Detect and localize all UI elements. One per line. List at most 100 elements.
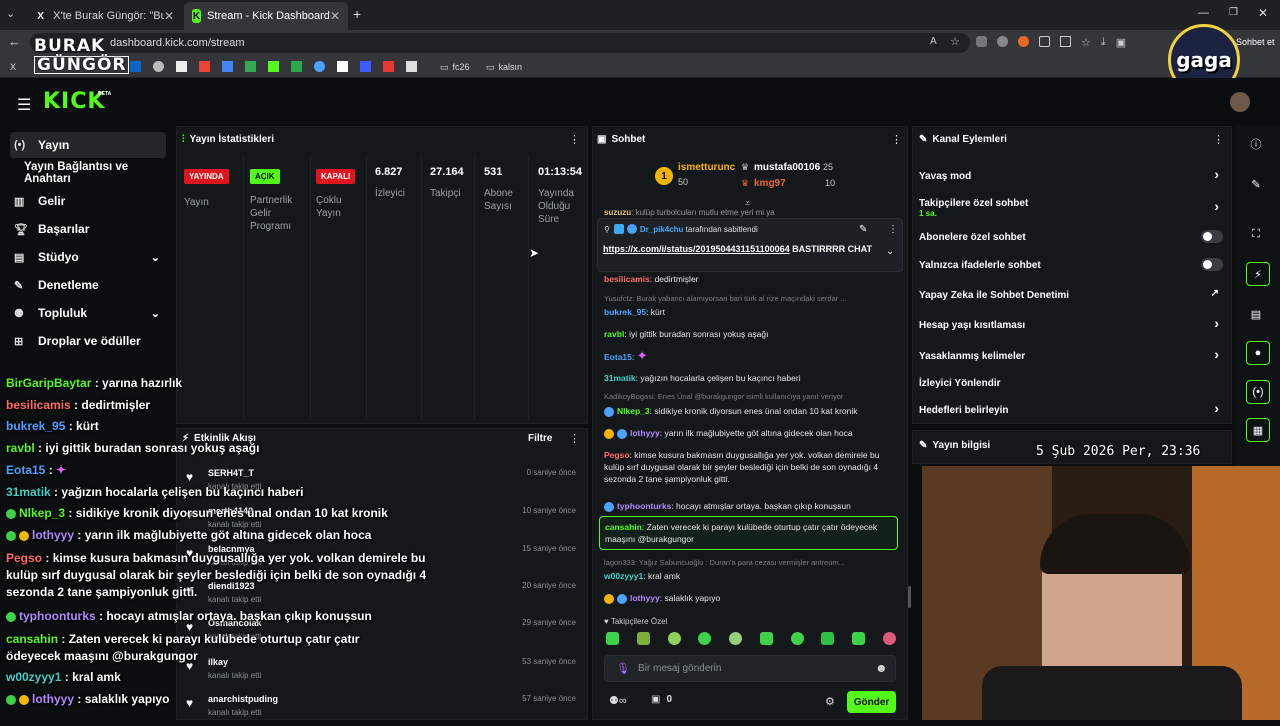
chat-username[interactable]: bukrek_95 [604, 307, 646, 317]
favorites-icon[interactable]: ☆ [1081, 36, 1091, 50]
kick-icon[interactable] [268, 61, 279, 72]
dashboard-icon[interactable]: ▦ [1246, 418, 1270, 442]
channel-action-row[interactable]: Yasaklanmış kelimeler › [919, 344, 1225, 368]
gift-counter[interactable]: ▣ 0 [651, 694, 672, 705]
channel-action-row[interactable]: Takipçilere özel sohbet 1 sa. › [919, 196, 1225, 220]
bookmark-icon[interactable] [291, 61, 302, 72]
read-aloud-icon[interactable]: A [930, 36, 937, 47]
emote-icon[interactable] [852, 632, 866, 645]
favorite-star-icon[interactable]: ☆ [950, 35, 960, 48]
emote-icon[interactable] [636, 632, 650, 645]
chat-username[interactable]: 31matik [604, 373, 636, 383]
close-tab-icon[interactable]: ✕ [164, 9, 174, 23]
emoji-icon[interactable]: ☻ [875, 661, 888, 675]
bookmark-icon[interactable] [337, 61, 348, 72]
docs-icon[interactable] [222, 61, 233, 72]
bookmark-folder-kalsin[interactable]: ▭ kalsın [486, 59, 522, 75]
channel-action-row[interactable]: Yapay Zeka ile Sohbet Denetimi ↗ [919, 283, 1225, 307]
channel-action-row[interactable]: Yalnızca ifadelerle sohbet [919, 253, 1225, 277]
notes-icon[interactable]: ▤ [1246, 304, 1266, 324]
chat-username[interactable]: lothyyy [630, 428, 660, 438]
chat-username[interactable]: ravbl [604, 329, 624, 339]
channel-action-row[interactable]: Hedefleri belirleyin › [919, 398, 1225, 422]
split-screen-icon[interactable] [1060, 36, 1071, 47]
sidebar-item-yayin[interactable]: (•) Yayın [10, 132, 166, 158]
chat-scrollbar[interactable] [908, 586, 911, 608]
tab-list-icon[interactable]: ⌄ [6, 7, 15, 20]
extension-icon[interactable] [976, 36, 987, 47]
bookmark-icon[interactable] [314, 61, 325, 72]
more-options-icon[interactable]: ⋮ [569, 432, 580, 445]
emote-icon[interactable] [606, 632, 619, 645]
sidebar-item-droplar[interactable]: ⊞ Droplar ve ödüller [10, 328, 166, 354]
back-icon[interactable]: ← [8, 34, 21, 49]
pinned-link[interactable]: https://x.com/i/status/20195044311511000… [603, 244, 790, 254]
bookmark-icon[interactable] [153, 61, 164, 72]
chat-username[interactable]: Nlkep_3 [617, 406, 650, 416]
channel-action-row[interactable]: Hesap yaşı kısıtlaması › [919, 313, 1225, 337]
pinned-by-user[interactable]: Dr_pik4chu [640, 225, 684, 234]
more-options-icon[interactable]: ⋮ [891, 133, 902, 146]
channel-action-row[interactable]: İzleyici Yönlendir [919, 371, 1225, 395]
extension-icon[interactable] [997, 36, 1008, 47]
microphone-icon[interactable]: 🎙︎ [616, 662, 630, 675]
sidebar-item-gelir[interactable]: ▥ Gelir [10, 188, 166, 214]
filter-button[interactable]: Filtre [528, 433, 552, 444]
chat-username[interactable]: besilicamis [604, 274, 650, 284]
gear-icon[interactable]: ⚙ [825, 695, 835, 708]
edit-icon[interactable]: ✎ [1246, 174, 1266, 194]
extension-icon[interactable] [1039, 36, 1050, 47]
emote-icon[interactable] [729, 632, 743, 645]
chat-button[interactable]: Sohbet et [1236, 37, 1275, 47]
emote-icon[interactable] [759, 632, 773, 645]
viewers-infinity-icon[interactable]: ⚉∞ [609, 694, 627, 707]
activity-username[interactable]: SERH4T_T [208, 468, 254, 478]
emote-icon[interactable] [698, 632, 712, 645]
bookmark-icon[interactable] [383, 61, 394, 72]
kick-logo[interactable]: KICK [43, 89, 105, 114]
chevron-down-icon[interactable]: ⌄ [886, 246, 894, 257]
new-tab-icon[interactable]: + [353, 6, 361, 22]
kick-bookmark-icon[interactable] [176, 61, 187, 72]
linkedin-icon[interactable] [130, 61, 141, 72]
bookmark-icon[interactable] [360, 61, 371, 72]
close-window-icon[interactable]: ✕ [1258, 6, 1268, 20]
extension-icon[interactable] [1018, 36, 1029, 47]
send-button[interactable]: Gönder [847, 691, 896, 713]
chat-username[interactable]: w00zyyy1 [604, 571, 643, 581]
collections-icon[interactable]: ▣ [1116, 36, 1126, 50]
channel-action-row[interactable]: Abonelere özel sohbet [919, 225, 1225, 249]
gmail-icon[interactable] [199, 61, 210, 72]
emote-icon[interactable] [667, 632, 681, 645]
chat-input-box[interactable]: 🎙︎ Bir mesaj gönderin ☻ [604, 655, 896, 682]
sidebar-item-studyo[interactable]: ▤ Stüdyo ⌄ [10, 244, 166, 270]
more-options-icon[interactable]: ⋮ [888, 224, 898, 235]
bookmark-icon[interactable] [406, 61, 417, 72]
emote-icon[interactable] [790, 632, 804, 645]
chat-username[interactable]: lothyyy [630, 593, 660, 603]
expand-icon[interactable]: ⛶ [1246, 224, 1266, 244]
toggle-switch[interactable] [1201, 230, 1223, 243]
tab-x[interactable]: X X'te Burak Güngör: "Bu camia 10 y ✕ [26, 2, 182, 30]
broadcast-icon[interactable]: (•) [1246, 380, 1270, 404]
sidebar-item-stream-key[interactable]: Yayın Bağlantısı ve Anahtarı [24, 160, 174, 186]
url-input[interactable]: dashboard.kick.com/stream [30, 33, 970, 53]
more-options-icon[interactable]: ⋮ [1213, 133, 1224, 146]
toggle-switch[interactable] [1201, 258, 1223, 271]
maximize-icon[interactable]: ❐ [1229, 7, 1238, 18]
sidebar-item-topluluk[interactable]: ⚉ Topluluk ⌄ [10, 300, 166, 326]
info-icon[interactable]: ⓘ [1246, 134, 1266, 154]
activity-username[interactable]: anarchistpuding [208, 694, 278, 704]
chat-username[interactable]: suzuzu [604, 208, 631, 217]
minimize-icon[interactable]: — [1198, 7, 1209, 19]
quick-actions-icon[interactable]: ⚡︎ [1246, 262, 1270, 286]
unpin-icon[interactable]: ✎ [859, 224, 867, 235]
close-tab-icon[interactable]: ✕ [330, 9, 340, 23]
avatar[interactable] [1230, 92, 1250, 112]
chat-username[interactable]: cansahin [605, 522, 642, 532]
emote-icon[interactable] [882, 632, 896, 645]
chat-username[interactable]: Eota15 [604, 352, 632, 362]
emote-icon[interactable] [821, 632, 835, 645]
chat-username[interactable]: Pegso [604, 450, 630, 460]
menu-icon[interactable]: ☰ [17, 95, 31, 115]
